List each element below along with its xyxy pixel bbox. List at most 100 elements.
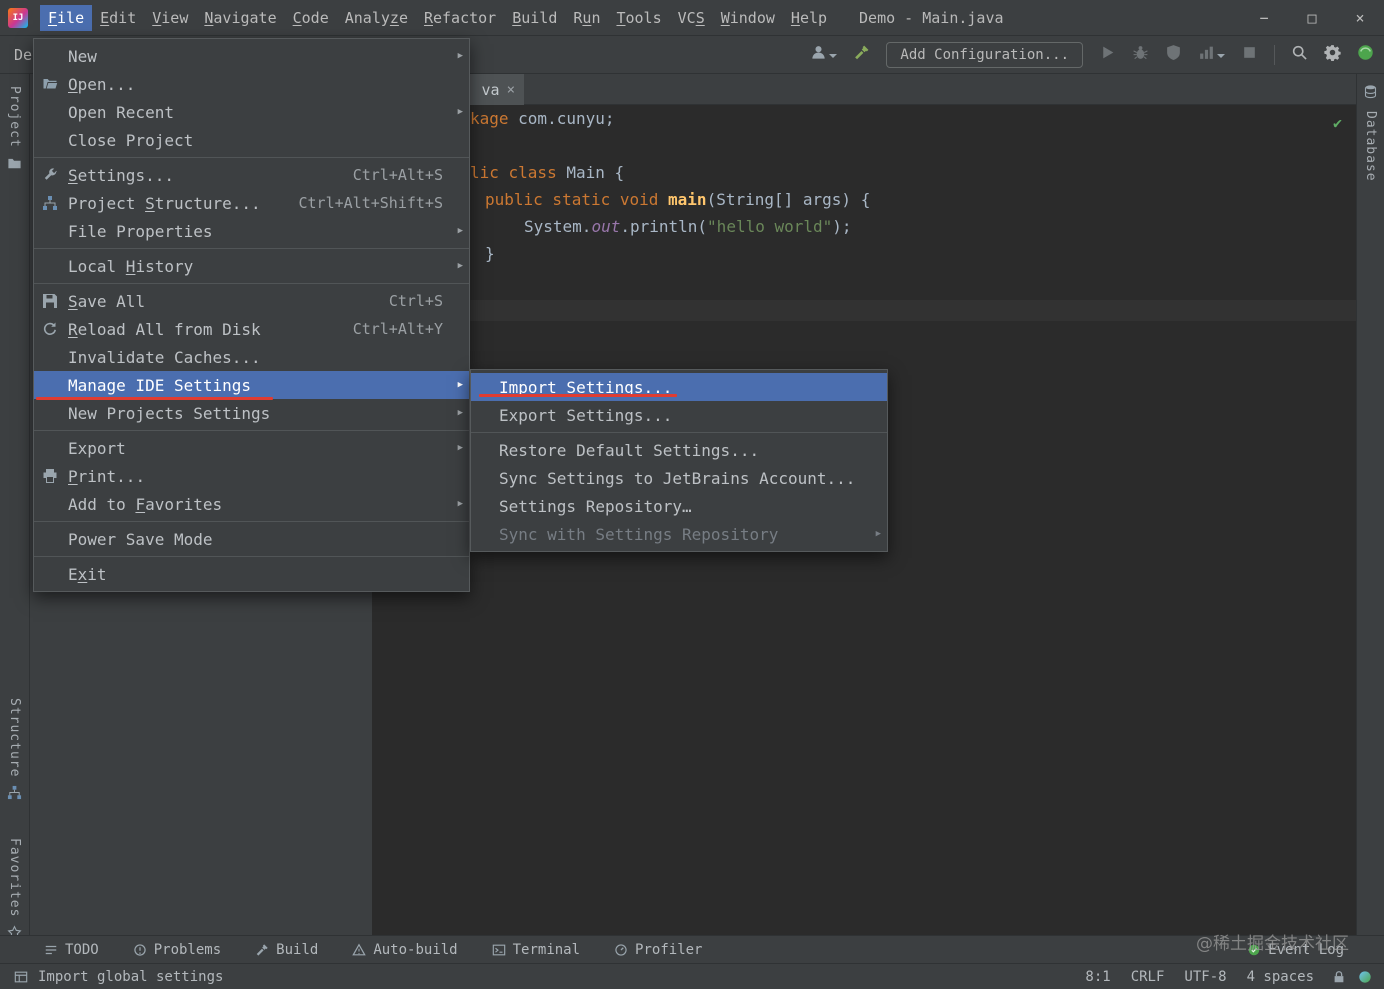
menubar-item-navigate[interactable]: Navigate bbox=[196, 5, 284, 31]
minimize-button[interactable]: − bbox=[1254, 9, 1274, 27]
menubar-item-tools[interactable]: Tools bbox=[608, 5, 669, 31]
menubar-item-help[interactable]: Help bbox=[783, 5, 835, 31]
indent-setting[interactable]: 4 spaces bbox=[1247, 969, 1314, 985]
menu-item-file-properties[interactable]: File Properties▶ bbox=[34, 217, 469, 245]
settings-gear-icon[interactable] bbox=[1324, 44, 1341, 65]
maximize-button[interactable]: □ bbox=[1302, 9, 1322, 27]
status-message: Import global settings bbox=[38, 969, 223, 985]
menu-item-label: Save All bbox=[68, 292, 389, 311]
code-line: lic class Main { bbox=[372, 159, 1356, 186]
code-area[interactable]: kage com.cunyu;lic class Main {public st… bbox=[372, 105, 1356, 267]
menu-item-exit[interactable]: Exit bbox=[34, 560, 469, 588]
annotation-underline-import-settings bbox=[479, 394, 677, 397]
menubar-item-vcs[interactable]: VCS bbox=[670, 5, 713, 31]
toolwindow-button-problems[interactable]: Problems bbox=[133, 942, 221, 958]
toolbar-separator bbox=[1274, 45, 1275, 65]
chevron-down-icon bbox=[827, 45, 837, 64]
right-tool-strip: Database bbox=[1356, 74, 1384, 935]
gauge-icon bbox=[614, 943, 628, 957]
add-configuration-button[interactable]: Add Configuration... bbox=[886, 42, 1083, 68]
menubar-item-build[interactable]: Build bbox=[504, 5, 565, 31]
menu-item-label: Export bbox=[68, 439, 443, 458]
wrench-icon bbox=[42, 167, 68, 183]
menu-item-reload-all-from-disk[interactable]: Reload All from DiskCtrl+Alt+Y bbox=[34, 315, 469, 343]
menu-item-restore-default-settings[interactable]: Restore Default Settings... bbox=[471, 436, 887, 464]
menu-item-shortcut: Ctrl+S bbox=[389, 292, 443, 310]
menu-item-settings-repository[interactable]: Settings Repository… bbox=[471, 492, 887, 520]
window-title: Demo - Main.java bbox=[859, 9, 1004, 27]
menu-item-open-recent[interactable]: Open Recent ▶ bbox=[34, 98, 469, 126]
menu-item-sync-with-settings-repository[interactable]: Sync with Settings Repository▶ bbox=[471, 520, 887, 548]
menu-item-print[interactable]: Print... bbox=[34, 462, 469, 490]
menu-separator bbox=[34, 157, 469, 158]
tool-button-favorites[interactable]: Favorites bbox=[0, 838, 29, 944]
menu-item-close-project[interactable]: Close Project bbox=[34, 126, 469, 154]
current-line-highlight bbox=[372, 300, 1356, 321]
coverage-shield-icon[interactable] bbox=[1165, 44, 1182, 65]
status-orb-icon[interactable] bbox=[1358, 970, 1372, 984]
menubar-item-file[interactable]: File bbox=[40, 5, 92, 31]
menu-item-add-to-favorites[interactable]: Add to Favorites▶ bbox=[34, 490, 469, 518]
line-ending[interactable]: CRLF bbox=[1131, 969, 1165, 985]
toolwindow-button-profiler[interactable]: Profiler bbox=[614, 942, 702, 958]
menubar-item-run[interactable]: Run bbox=[565, 5, 608, 31]
menu-item-project-structure[interactable]: Project Structure...Ctrl+Alt+Shift+S bbox=[34, 189, 469, 217]
encoding[interactable]: UTF-8 bbox=[1184, 969, 1226, 985]
toolwindow-button-label: Profiler bbox=[635, 942, 702, 958]
tool-button-project[interactable]: Project bbox=[0, 86, 29, 175]
menubar-item-code[interactable]: Code bbox=[285, 5, 337, 31]
toolwindow-button-auto-build[interactable]: Auto-build bbox=[352, 942, 457, 958]
menu-item-save-all[interactable]: Save AllCtrl+S bbox=[34, 287, 469, 315]
menu-item-label: Open Recent bbox=[68, 103, 443, 122]
toolwindow-button-label: Build bbox=[276, 942, 318, 958]
menubar-item-edit[interactable]: Edit bbox=[92, 5, 144, 31]
menu-item-export[interactable]: Export▶ bbox=[34, 434, 469, 462]
build-hammer-icon[interactable] bbox=[853, 44, 870, 65]
menu-item-label: Close Project bbox=[68, 131, 443, 150]
run-play-icon[interactable] bbox=[1099, 44, 1116, 65]
menu-item-new-projects-settings[interactable]: New Projects Settings▶ bbox=[34, 399, 469, 427]
menubar-item-view[interactable]: View bbox=[144, 5, 196, 31]
menubar-item-analyze[interactable]: Analyze bbox=[337, 5, 416, 31]
menu-item-invalidate-caches[interactable]: Invalidate Caches... bbox=[34, 343, 469, 371]
menu-item-label: File Properties bbox=[68, 222, 443, 241]
menu-item-sync-settings-to-jetbrains-account[interactable]: Sync Settings to JetBrains Account... bbox=[471, 464, 887, 492]
position-info: 8:1 CRLF UTF-8 4 spaces bbox=[1085, 969, 1314, 985]
submenu-arrow-icon: ▶ bbox=[458, 107, 463, 117]
close-button[interactable]: × bbox=[1350, 9, 1370, 27]
user-icon[interactable] bbox=[810, 44, 837, 65]
menu-item-export-settings[interactable]: Export Settings... bbox=[471, 401, 887, 429]
toolwindow-toggle-icon[interactable] bbox=[14, 970, 28, 984]
toolwindow-button-terminal[interactable]: Terminal bbox=[492, 942, 580, 958]
database-icon bbox=[1363, 84, 1378, 103]
submenu-arrow-icon: ▶ bbox=[876, 529, 881, 539]
search-icon[interactable] bbox=[1291, 44, 1308, 65]
menu-item-label: Sync Settings to JetBrains Account... bbox=[499, 469, 861, 488]
tool-button-structure[interactable]: Structure bbox=[0, 698, 29, 804]
menu-item-settings[interactable]: Settings...Ctrl+Alt+S bbox=[34, 161, 469, 189]
menu-item-label: New Projects Settings bbox=[68, 404, 443, 423]
toolwindow-button-build[interactable]: Build bbox=[255, 942, 318, 958]
tab-close-icon[interactable]: × bbox=[507, 82, 515, 98]
breadcrumb[interactable]: De bbox=[14, 46, 32, 64]
debug-bug-icon[interactable] bbox=[1132, 44, 1149, 65]
caret-position[interactable]: 8:1 bbox=[1085, 969, 1110, 985]
menu-item-label: Open... bbox=[68, 75, 443, 94]
stop-icon[interactable] bbox=[1241, 44, 1258, 65]
toolwindow-button-todo[interactable]: TODO bbox=[44, 942, 99, 958]
menubar-item-window[interactable]: Window bbox=[713, 5, 783, 31]
menu-item-label: Project Structure... bbox=[68, 194, 299, 213]
menu-item-power-save-mode[interactable]: Power Save Mode bbox=[34, 525, 469, 553]
readonly-lock-icon[interactable] bbox=[1332, 970, 1346, 984]
menu-item-open[interactable]: Open... bbox=[34, 70, 469, 98]
green-orb-icon[interactable] bbox=[1357, 44, 1374, 65]
menu-item-manage-ide-settings[interactable]: Manage IDE Settings▶ bbox=[34, 371, 469, 399]
annotation-underline-manage-ide-settings bbox=[36, 397, 273, 400]
code-line: public static void main(String[] args) { bbox=[372, 186, 1356, 213]
menu-item-new[interactable]: New▶ bbox=[34, 42, 469, 70]
tool-button-database[interactable]: Database bbox=[1357, 84, 1384, 182]
menu-item-label: Settings... bbox=[68, 166, 353, 185]
profiler-chart-icon[interactable] bbox=[1198, 44, 1225, 65]
menubar-item-refactor[interactable]: Refactor bbox=[416, 5, 504, 31]
menu-item-local-history[interactable]: Local History▶ bbox=[34, 252, 469, 280]
